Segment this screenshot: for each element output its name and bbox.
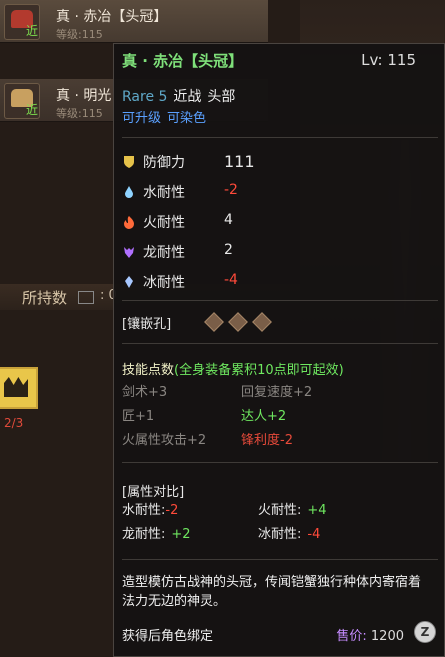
inventory-icon: [78, 291, 94, 304]
water-drop-icon: [125, 186, 133, 198]
compare-label: 火耐性:: [258, 503, 302, 518]
sell-price: 售价: 1200: [336, 625, 404, 644]
item-name: 真 · 明光: [56, 88, 112, 104]
shield-icon: [124, 156, 134, 168]
divider: [122, 300, 438, 301]
stat-water-resist: 水耐性 -2: [122, 182, 238, 202]
divider: [122, 137, 438, 138]
ice-crystal-icon: [125, 276, 133, 288]
attack-type: 近战: [173, 89, 202, 105]
item-tooltip: 真 · 赤冶【头冠】 Lv: 115 Rare 5 近战 头部 可升级 可染色 防御力…: [113, 43, 445, 657]
compare-entry: 火耐性: +4: [258, 499, 327, 518]
stat-fire-resist: 火耐性 4: [122, 212, 233, 232]
slot-type: 头部: [207, 89, 236, 105]
compare-label: 水耐性:: [122, 503, 166, 518]
item-level: 等级:115: [56, 107, 103, 120]
rarity-line: Rare 5 近战 头部: [122, 86, 235, 106]
empty-socket-icon: [252, 312, 272, 332]
stat-label: 龙耐性: [143, 245, 185, 261]
item-tags: 可升级 可染色: [122, 107, 212, 126]
skill-header: 技能点数: [122, 363, 175, 378]
divider: [122, 559, 438, 560]
helmet-icon: 近: [4, 4, 40, 40]
item-description: 造型模仿古战神的头冠，传闻铠蟹独行种体内寄宿着法力无边的神灵。: [122, 575, 422, 609]
item-level: 等级:115: [56, 28, 103, 41]
compare-entry: 冰耐性: -4: [258, 523, 320, 542]
stat-value: -4: [224, 272, 238, 288]
compare-value: -4: [307, 527, 321, 542]
tooltip-title: 真 · 赤冶【头冠】: [122, 52, 244, 70]
stat-value: -2: [224, 182, 238, 198]
stat-value: 111: [224, 152, 255, 171]
divider: [122, 343, 438, 344]
skill-entry: 剑术+3: [122, 385, 168, 400]
upgradable-tag: 可升级: [122, 111, 162, 126]
sockets-label: [镶嵌孔]: [122, 317, 172, 332]
compare-value: +2: [171, 527, 191, 542]
rarity: Rare 5: [122, 89, 168, 105]
stat-label: 水耐性: [143, 185, 185, 201]
stat-ice-resist: 冰耐性 -4: [122, 272, 238, 292]
compare-label: 冰耐性:: [258, 527, 302, 542]
dragon-icon: [124, 247, 134, 258]
stat-label: 冰耐性: [143, 275, 185, 291]
item-level: Lv: 115: [361, 51, 416, 69]
equipment-slot[interactable]: [0, 367, 38, 409]
fire-icon: [124, 216, 134, 229]
list-item[interactable]: 近 真 · 赤冶【头冠】 等级:115: [0, 0, 268, 43]
stat-value: 2: [224, 242, 233, 258]
skill-entry: 火属性攻击+2: [122, 433, 207, 448]
holding-label: 所持数: [22, 289, 68, 307]
dyeable-tag: 可染色: [167, 111, 207, 126]
stat-dragon-resist: 龙耐性 2: [122, 242, 233, 262]
compare-label: 龙耐性:: [122, 527, 166, 542]
empty-socket-icon: [204, 312, 224, 332]
slot-count: 2/3: [4, 416, 24, 430]
helmet-icon: 近: [4, 83, 40, 119]
coin-icon: Z: [414, 621, 436, 643]
compare-entry: 龙耐性: +2: [122, 523, 191, 542]
skill-points-header: 技能点数(全身装备累积10点即可起效): [122, 359, 344, 378]
crown-icon: [4, 377, 28, 397]
stat-label: 火耐性: [143, 215, 185, 231]
compare-title: [属性对比]: [122, 485, 185, 500]
stat-defense: 防御力 111: [122, 152, 255, 172]
melee-tag: 近: [25, 24, 38, 38]
skill-entry: 锋利度-2: [241, 433, 293, 448]
item-name: 真 · 赤冶【头冠】: [56, 9, 168, 25]
skill-note: (全身装备累积10点即可起效): [174, 363, 344, 378]
skill-entry: 达人+2: [241, 409, 287, 424]
divider: [122, 462, 438, 463]
skill-entry: 匠+1: [122, 409, 155, 424]
stat-value: 4: [224, 212, 233, 228]
melee-tag: 近: [25, 103, 38, 117]
bind-note: 获得后角色绑定: [122, 629, 214, 644]
skill-entry: 回复速度+2: [241, 385, 313, 400]
price-label: 售价:: [336, 629, 367, 644]
compare-value: -2: [165, 503, 179, 518]
compare-value: +4: [307, 503, 327, 518]
compare-entry: 水耐性:-2: [122, 499, 178, 518]
empty-socket-icon: [228, 312, 248, 332]
price-value: 1200: [370, 629, 404, 644]
stat-label: 防御力: [143, 155, 185, 171]
